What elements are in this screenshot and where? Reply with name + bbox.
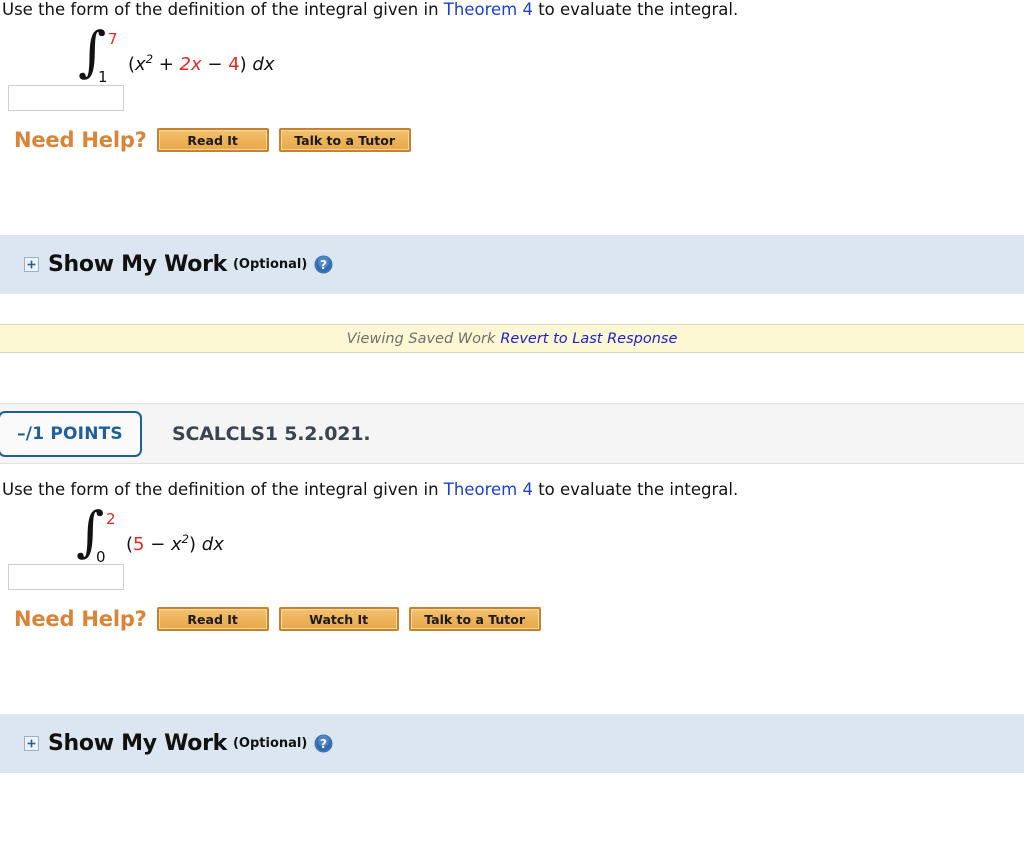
integrand-expression: (5 − x2) dx (126, 532, 224, 555)
integrand-exponent: 2 (181, 532, 189, 546)
show-my-work-title: Show My Work (48, 731, 227, 756)
question-2-integral: ∫ 2 0 (5 − x2) dx (0, 504, 1024, 567)
prompt-text-before: Use the form of the definition of the in… (2, 0, 444, 19)
saved-work-status: Viewing Saved Work (346, 330, 496, 347)
theorem-4-link[interactable]: Theorem 4 (444, 480, 533, 499)
show-my-work-title: Show My Work (48, 252, 227, 277)
question-2-block: –/1 POINTS SCALCLS1 5.2.021. Use the for… (0, 403, 1024, 773)
talk-to-a-tutor-button[interactable]: Talk to a Tutor (278, 128, 411, 152)
talk-to-a-tutor-button[interactable]: Talk to a Tutor (408, 607, 541, 631)
integrand-term-2x: 2x (179, 54, 202, 75)
integrand-variable: x (135, 54, 146, 75)
gap-after-show-my-work-1 (0, 294, 1024, 324)
integrand-exponent: 2 (145, 52, 154, 66)
watch-it-button[interactable]: Watch It (278, 607, 399, 631)
integrand-close-paren: ) (189, 534, 197, 555)
prompt-text-after: to evaluate the integral. (532, 0, 739, 19)
integrand-plus-op: + (153, 54, 180, 75)
integrand-term-4: 4 (228, 54, 240, 75)
integrand-close-paren: ) (239, 54, 247, 75)
help-question-icon[interactable]: ? (314, 734, 333, 753)
gap-after-saved-bar (0, 353, 1024, 403)
need-help-label: Need Help? (14, 128, 147, 152)
question-1-integral: ∫ 7 1 (x2 + 2x − 4) dx (0, 24, 1024, 87)
integral-lower-limit: 0 (96, 548, 106, 566)
svg-text:?: ? (320, 737, 327, 751)
integrand-differential: dx (252, 54, 275, 75)
integrand-expression: (x2 + 2x − 4) dx (128, 52, 274, 75)
expand-plus-icon[interactable] (24, 736, 39, 751)
question-1-need-help-row: Need Help? Read It Talk to a Tutor (0, 128, 1024, 152)
revert-to-last-response-link[interactable]: Revert to Last Response (500, 331, 677, 347)
show-my-work-bar-1[interactable]: Show My Work (Optional) ? (0, 235, 1024, 294)
prompt-text-before: Use the form of the definition of the in… (2, 480, 444, 499)
integrand-term-5: 5 (133, 534, 145, 555)
question-2-need-help-row: Need Help? Read It Watch It Talk to a Tu… (0, 607, 1024, 631)
question-2-header: –/1 POINTS SCALCLS1 5.2.021. (0, 403, 1024, 464)
question-1-block: Use the form of the definition of the in… (0, 0, 1024, 403)
answer-input[interactable] (8, 85, 124, 111)
integral-lower-limit: 1 (98, 68, 108, 86)
read-it-button[interactable]: Read It (156, 128, 269, 152)
show-my-work-optional-label: (Optional) (232, 736, 308, 751)
read-it-button[interactable]: Read It (156, 607, 269, 631)
integrand-minus-op: − (144, 534, 172, 555)
integrand-minus-op: − (201, 54, 229, 75)
question-2-prompt: Use the form of the definition of the in… (0, 464, 1024, 500)
need-help-label: Need Help? (14, 607, 147, 631)
question-1-prompt: Use the form of the definition of the in… (0, 0, 1024, 20)
expand-plus-icon[interactable] (24, 257, 39, 272)
integrand-differential: dx (201, 534, 224, 555)
svg-text:?: ? (320, 258, 327, 272)
theorem-4-link[interactable]: Theorem 4 (444, 0, 533, 19)
integral-upper-limit: 7 (108, 30, 118, 48)
help-question-icon[interactable]: ? (314, 255, 333, 274)
question-code: SCALCLS1 5.2.021. (172, 422, 371, 445)
show-my-work-optional-label: (Optional) (232, 257, 308, 272)
points-badge: –/1 POINTS (0, 410, 142, 457)
integral-upper-limit: 2 (106, 510, 116, 528)
prompt-text-after: to evaluate the integral. (532, 480, 739, 499)
integrand-variable: x (171, 534, 182, 555)
show-my-work-bar-2[interactable]: Show My Work (Optional) ? (0, 714, 1024, 773)
points-label: –/1 POINTS (17, 423, 123, 444)
integrand-open-paren: ( (126, 534, 134, 555)
integrand-open-paren: ( (128, 54, 136, 75)
saved-work-bar: Viewing Saved Work Revert to Last Respon… (0, 324, 1024, 353)
answer-input[interactable] (8, 564, 124, 590)
